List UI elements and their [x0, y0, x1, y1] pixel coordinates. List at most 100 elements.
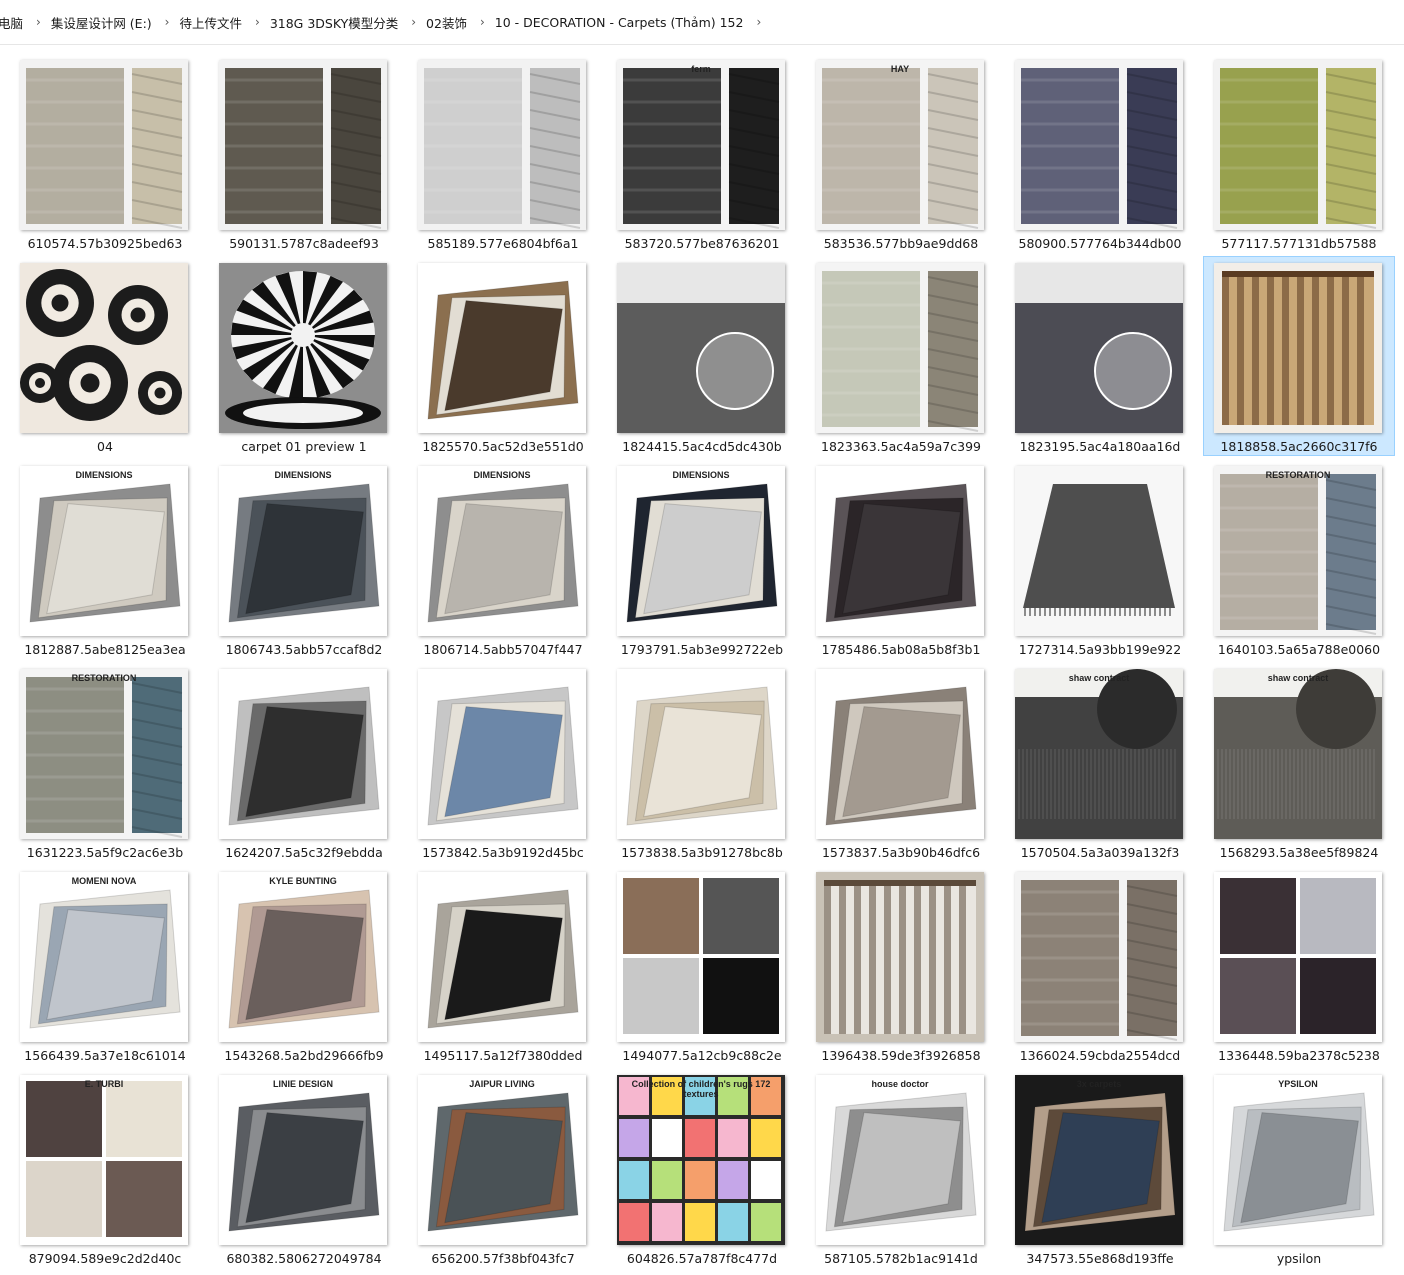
file-name: 1812887.5abe8125ea3ea — [24, 642, 186, 657]
file-item[interactable]: RESTORATION 1640103.5a65a788e0060 — [1204, 460, 1394, 658]
thumbnail-image: KYLE BUNTING — [219, 872, 387, 1042]
file-item[interactable]: 1494077.5a12cb9c88c2e — [607, 866, 797, 1064]
file-item[interactable]: YPSILON ypsilon — [1204, 1069, 1394, 1267]
thumbnail-image: house doctor — [816, 1075, 984, 1245]
file-item[interactable]: 1366024.59cbda2554dcd — [1005, 866, 1195, 1064]
thumbnail-brand-text: KYLE BUNTING — [269, 876, 337, 886]
chevron-right-icon[interactable]: › — [407, 15, 420, 29]
breadcrumb-item[interactable]: 02装饰 — [420, 13, 476, 32]
file-name: 1825570.5ac52d3e551d0 — [422, 439, 584, 454]
file-item[interactable]: LINIE DESIGN 680382.5806272049784 — [209, 1069, 399, 1267]
file-item[interactable]: 3x carpets 347573.55e868d193ffe — [1005, 1069, 1195, 1267]
file-name: 587105.5782b1ac9141d — [824, 1251, 978, 1266]
thumbnail-brand-text: RESTORATION — [1265, 470, 1331, 480]
file-name: 1793791.5ab3e992722eb — [620, 642, 784, 657]
thumbnail-brand-text: house doctor — [871, 1079, 929, 1089]
file-item[interactable]: 590131.5787c8adeef93 — [209, 54, 399, 252]
file-item[interactable]: 1624207.5a5c32f9ebdda — [209, 663, 399, 861]
file-item[interactable]: shaw contract 1568293.5a38ee5f89824 — [1204, 663, 1394, 861]
file-item[interactable]: 1495117.5a12f7380dded — [408, 866, 598, 1064]
file-item[interactable]: KYLE BUNTING 1543268.5a2bd29666fb9 — [209, 866, 399, 1064]
file-item[interactable]: 1818858.5ac2660c317f6 — [1203, 256, 1395, 456]
file-item[interactable]: 1336448.59ba2378c5238 — [1204, 866, 1394, 1064]
file-item[interactable]: 1825570.5ac52d3e551d0 — [408, 257, 598, 455]
thumbnail-brand-text: YPSILON — [1278, 1079, 1318, 1089]
thumbnail-image — [418, 669, 586, 839]
thumbnail-image — [219, 263, 387, 433]
file-item[interactable]: 1785486.5ab08a5b8f3b1 — [806, 460, 996, 658]
file-item[interactable]: 1573842.5a3b9192d45bc — [408, 663, 598, 861]
thumbnail-image: DIMENSIONS — [219, 466, 387, 636]
chevron-right-icon[interactable]: › — [161, 15, 174, 29]
file-item[interactable]: 1573838.5a3b91278bc8b — [607, 663, 797, 861]
thumbnail-image: DIMENSIONS — [617, 466, 785, 636]
file-item[interactable]: 1824415.5ac4cd5dc430b — [607, 257, 797, 455]
file-item[interactable]: DIMENSIONS 1793791.5ab3e992722eb — [607, 460, 797, 658]
file-item[interactable]: carpet 01 preview 1 — [209, 257, 399, 455]
file-name: 04 — [97, 439, 113, 454]
file-name: 1640103.5a65a788e0060 — [1217, 642, 1381, 657]
file-item[interactable]: DIMENSIONS 1806743.5abb57ccaf8d2 — [209, 460, 399, 658]
file-name: 1785486.5ab08a5b8f3b1 — [821, 642, 981, 657]
breadcrumb-item[interactable]: 电脑 — [0, 13, 32, 32]
thumbnail-brand-text: LINIE DESIGN — [272, 1079, 333, 1089]
thumbnail-image — [418, 872, 586, 1042]
thumbnail-image: shaw contract — [1015, 669, 1183, 839]
file-name: 583720.577be87636201 — [624, 236, 780, 251]
thumbnail-image — [20, 60, 188, 230]
file-item[interactable]: 1396438.59de3f3926858 — [806, 866, 996, 1064]
breadcrumb-item[interactable]: 10 - DECORATION - Carpets (Thảm) 152 — [489, 15, 753, 30]
file-name: 590131.5787c8adeef93 — [229, 236, 379, 251]
chevron-right-icon[interactable]: › — [476, 15, 489, 29]
file-name: 1806714.5abb57047f447 — [423, 642, 583, 657]
file-name: 656200.57f38bf043fc7 — [431, 1251, 575, 1266]
file-item[interactable]: JAIPUR LIVING 656200.57f38bf043fc7 — [408, 1069, 598, 1267]
thumbnail-brand-text: E. TURBI — [84, 1079, 124, 1089]
thumbnail-image: MOMENI NOVA — [20, 872, 188, 1042]
file-item[interactable]: house doctor 587105.5782b1ac9141d — [806, 1069, 996, 1267]
breadcrumb-item[interactable]: 集设屋设计网 (E:) — [45, 13, 161, 32]
file-item[interactable]: HAY 583536.577bb9ae9dd68 — [806, 54, 996, 252]
file-item[interactable]: E. TURBI 879094.589e9c2d2d40c — [10, 1069, 200, 1267]
thumbnail-image: 3x carpets — [1015, 1075, 1183, 1245]
file-name: 1396438.59de3f3926858 — [821, 1048, 981, 1063]
file-name: 1543268.5a2bd29666fb9 — [224, 1048, 384, 1063]
file-item[interactable]: 610574.57b30925bed63 — [10, 54, 200, 252]
chevron-right-icon[interactable]: › — [251, 15, 264, 29]
thumbnail-image: DIMENSIONS — [418, 466, 586, 636]
file-item[interactable]: 580900.577764b344db00 — [1005, 54, 1195, 252]
breadcrumb-item[interactable]: 待上传文件 — [173, 13, 251, 32]
file-item[interactable]: 1823195.5ac4a180aa16d — [1005, 257, 1195, 455]
file-item[interactable]: Collection of children's rugs 172 textur… — [607, 1069, 797, 1267]
thumbnail-brand-text: shaw contract — [1068, 673, 1130, 683]
file-name: 680382.5806272049784 — [226, 1251, 382, 1266]
file-item[interactable]: 585189.577e6804bf6a1 — [408, 54, 598, 252]
thumbnail-image — [617, 872, 785, 1042]
thumbnail-brand-text: RESTORATION — [71, 673, 137, 683]
chevron-right-icon[interactable]: › — [752, 15, 765, 29]
thumbnail-image — [1015, 263, 1183, 433]
breadcrumb-item[interactable]: 318G 3DSKY模型分类 — [264, 13, 407, 32]
file-item[interactable]: ferm 583720.577be87636201 — [607, 54, 797, 252]
thumbnail-brand-text: shaw contract — [1267, 673, 1329, 683]
file-item[interactable]: 1823363.5ac4a59a7c399 — [806, 257, 996, 455]
file-item[interactable]: RESTORATION 1631223.5a5f9c2ac6e3b — [10, 663, 200, 861]
file-grid: 610574.57b30925bed63 590131.5787c8adeef93… — [0, 54, 1404, 1275]
file-item[interactable]: shaw contract 1570504.5a3a039a132f3 — [1005, 663, 1195, 861]
thumbnail-image — [816, 466, 984, 636]
chevron-right-icon[interactable]: › — [32, 15, 45, 29]
thumbnail-brand-text: JAIPUR LIVING — [469, 1079, 535, 1089]
thumbnail-image: Collection of children's rugs 172 textur… — [617, 1075, 785, 1245]
file-name: 1366024.59cbda2554dcd — [1019, 1048, 1181, 1063]
file-item[interactable]: DIMENSIONS 1806714.5abb57047f447 — [408, 460, 598, 658]
file-item[interactable]: MOMENI NOVA 1566439.5a37e18c61014 — [10, 866, 200, 1064]
file-item[interactable]: 1727314.5a93bb199e922 — [1005, 460, 1195, 658]
thumbnail-image: YPSILON — [1214, 1075, 1382, 1245]
file-item[interactable]: 04 — [10, 257, 200, 455]
file-item[interactable]: 577117.577131db57588 — [1204, 54, 1394, 252]
file-name: 1494077.5a12cb9c88c2e — [622, 1048, 782, 1063]
thumbnail-brand-text: DIMENSIONS — [274, 470, 332, 480]
file-item[interactable]: DIMENSIONS 1812887.5abe8125ea3ea — [10, 460, 200, 658]
thumbnail-brand-text: HAY — [890, 64, 910, 74]
file-item[interactable]: 1573837.5a3b90b46dfc6 — [806, 663, 996, 861]
